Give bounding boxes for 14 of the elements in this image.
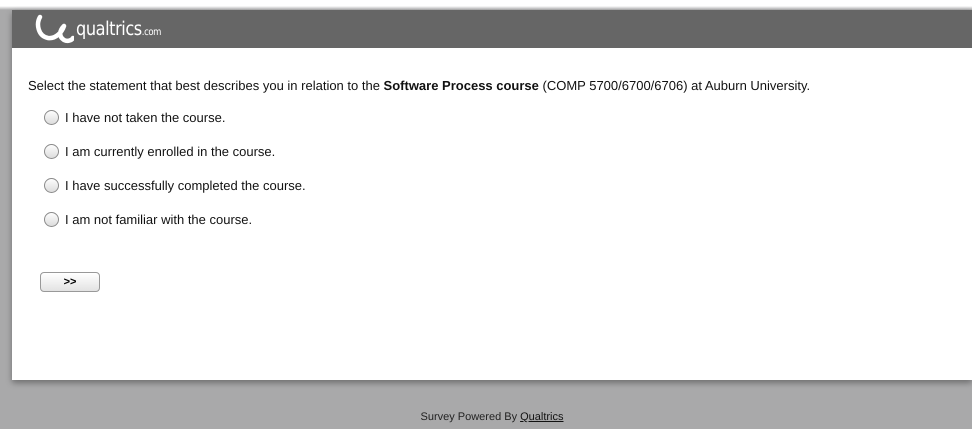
option-label[interactable]: I am currently enrolled in the course. bbox=[65, 144, 276, 158]
option-label[interactable]: I am not familiar with the course. bbox=[65, 212, 252, 226]
radio-button[interactable] bbox=[44, 178, 59, 192]
logo-text: qualtrics.com bbox=[76, 18, 161, 40]
radio-button[interactable] bbox=[44, 144, 59, 158]
qualtrics-link[interactable]: Qualtrics bbox=[520, 411, 564, 423]
next-button[interactable]: >> bbox=[40, 272, 100, 292]
question-text: Select the statement that best describes you in relation to the Software Process course (COMP 5700/6700/6706) at Auburn University. bbox=[28, 78, 812, 94]
option-label[interactable]: I have not taken the course. bbox=[65, 110, 226, 124]
radio-button[interactable] bbox=[44, 110, 59, 124]
radio-button[interactable] bbox=[44, 212, 59, 226]
option-label[interactable]: I have successfully completed the course. bbox=[65, 178, 306, 192]
logo-icon bbox=[34, 14, 74, 44]
footer-text: Survey Powered By bbox=[420, 411, 518, 423]
